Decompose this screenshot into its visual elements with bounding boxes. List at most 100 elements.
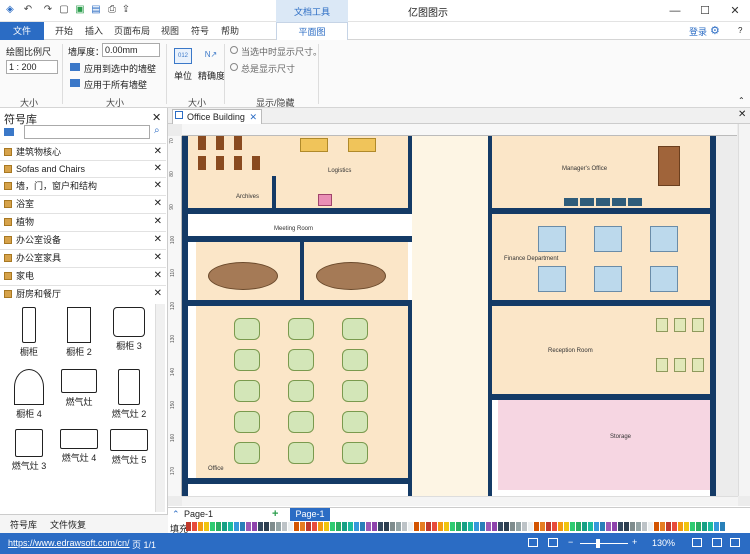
tab-close-all-icon[interactable]: ✕ (738, 109, 746, 120)
fit-width-icon[interactable] (548, 538, 558, 547)
scale-select[interactable]: 1 : 200 (6, 60, 58, 74)
color-swatch[interactable] (306, 522, 311, 531)
website-link[interactable]: https://www.edrawsoft.com/cn/ (8, 538, 130, 548)
shape-cabinet-4[interactable]: 橱柜 4 (4, 366, 54, 424)
category-office-equipment[interactable]: 办公室设备 ✕ (0, 231, 166, 248)
color-swatch[interactable] (618, 522, 623, 531)
presentation-icon[interactable] (730, 538, 740, 547)
color-swatch[interactable] (648, 522, 653, 531)
color-swatch[interactable] (210, 522, 215, 531)
tab-start[interactable]: 开始 (52, 22, 76, 40)
shape-stove-2[interactable]: 燃气灶 2 (104, 366, 154, 424)
tab-help[interactable]: 帮助 (218, 22, 242, 40)
color-swatch[interactable] (606, 522, 611, 531)
color-swatch[interactable] (336, 522, 341, 531)
color-swatch[interactable] (456, 522, 461, 531)
zoom-in-icon[interactable]: + (632, 537, 637, 547)
color-swatch[interactable] (228, 522, 233, 531)
color-swatch[interactable] (468, 522, 473, 531)
color-swatch[interactable] (204, 522, 209, 531)
floor-plan-drawing[interactable]: Logistics Archives Meeting Room Office M… (182, 136, 716, 496)
category-bathroom[interactable]: 浴室 ✕ (0, 195, 166, 212)
color-swatch[interactable] (600, 522, 605, 531)
document-tab[interactable]: Office Building ✕ (172, 109, 262, 124)
add-page-button[interactable]: + (272, 508, 278, 520)
minimize-icon[interactable]: — (660, 0, 690, 22)
color-swatch[interactable] (552, 522, 557, 531)
color-swatch[interactable] (636, 522, 641, 531)
page-tab[interactable]: Page-1 (290, 508, 330, 521)
login-link[interactable]: 登录 (689, 25, 707, 38)
color-swatch[interactable] (258, 522, 263, 531)
color-swatch[interactable] (630, 522, 635, 531)
color-swatch[interactable] (270, 522, 275, 531)
color-swatch[interactable] (282, 522, 287, 531)
wall-thickness-input[interactable]: 0.00mm (102, 43, 160, 57)
redo-icon[interactable]: ↷ (42, 4, 54, 16)
color-palette[interactable] (186, 522, 736, 531)
color-swatch[interactable] (426, 522, 431, 531)
color-swatch[interactable] (216, 522, 221, 531)
color-swatch[interactable] (402, 522, 407, 531)
color-swatch[interactable] (534, 522, 539, 531)
category-plants[interactable]: 植物 ✕ (0, 213, 166, 230)
fit-page-icon[interactable] (528, 538, 538, 547)
color-swatch[interactable] (300, 522, 305, 531)
color-swatch[interactable] (390, 522, 395, 531)
color-swatch[interactable] (516, 522, 521, 531)
shape-stove-4[interactable]: 燃气灶 4 (54, 426, 104, 484)
color-swatch[interactable] (264, 522, 269, 531)
color-swatch[interactable] (480, 522, 485, 531)
tab-floor-plan[interactable]: 平面图 (276, 22, 348, 40)
color-swatch[interactable] (366, 522, 371, 531)
unit-button[interactable]: 单位 (174, 69, 192, 82)
category-kitchen-dining[interactable]: 厨房和餐厅 ✕ (0, 285, 166, 302)
color-swatch[interactable] (474, 522, 479, 531)
search-icon[interactable]: ⌕ (154, 125, 160, 136)
color-swatch[interactable] (510, 522, 515, 531)
shape-stove-5[interactable]: 燃气灶 5 (104, 426, 154, 484)
color-swatch[interactable] (348, 522, 353, 531)
color-swatch[interactable] (384, 522, 389, 531)
color-swatch[interactable] (408, 522, 413, 531)
tab-file-recovery[interactable]: 文件恢复 (50, 518, 86, 531)
shape-cabinet-2[interactable]: 橱柜 2 (54, 304, 104, 362)
color-swatch[interactable] (558, 522, 563, 531)
color-swatch[interactable] (642, 522, 647, 531)
color-swatch[interactable] (498, 522, 503, 531)
tab-symbol[interactable]: 符号 (188, 22, 212, 40)
color-swatch[interactable] (564, 522, 569, 531)
color-swatch[interactable] (522, 522, 527, 531)
color-swatch[interactable] (432, 522, 437, 531)
shape-stove[interactable]: 燃气灶 (54, 366, 104, 424)
shape-cabinet-3[interactable]: 橱柜 3 (104, 304, 154, 362)
apply-selected-button[interactable]: 应用到选中的墙壁 (84, 62, 156, 75)
color-swatch[interactable] (540, 522, 545, 531)
library-close-icon[interactable]: ✕ (152, 111, 161, 124)
color-swatch[interactable] (276, 522, 281, 531)
color-swatch[interactable] (702, 522, 707, 531)
tab-page-layout[interactable]: 页面布局 (112, 22, 152, 40)
color-swatch[interactable] (192, 522, 197, 531)
shape-stove-3[interactable]: 燃气灶 3 (4, 426, 54, 484)
color-swatch[interactable] (252, 522, 257, 531)
print-icon[interactable]: ⎙ (106, 4, 118, 16)
color-swatch[interactable] (684, 522, 689, 531)
color-swatch[interactable] (462, 522, 467, 531)
color-swatch[interactable] (666, 522, 671, 531)
category-building-core[interactable]: 建筑物核心 ✕ (0, 143, 166, 160)
tab-symbol-library[interactable]: 符号库 (10, 518, 37, 531)
collapse-ribbon-icon[interactable]: ⌃ (738, 96, 745, 105)
vertical-scrollbar[interactable] (738, 124, 750, 496)
color-swatch[interactable] (222, 522, 227, 531)
gallery-scrollbar[interactable] (155, 304, 165, 512)
color-swatch[interactable] (576, 522, 581, 531)
color-swatch[interactable] (708, 522, 713, 531)
library-search-input[interactable] (24, 125, 150, 139)
color-swatch[interactable] (486, 522, 491, 531)
color-swatch[interactable] (294, 522, 299, 531)
color-swatch[interactable] (414, 522, 419, 531)
color-swatch[interactable] (324, 522, 329, 531)
document-tab-close-icon[interactable]: ✕ (249, 110, 257, 124)
zoom-slider-handle[interactable] (596, 539, 600, 548)
